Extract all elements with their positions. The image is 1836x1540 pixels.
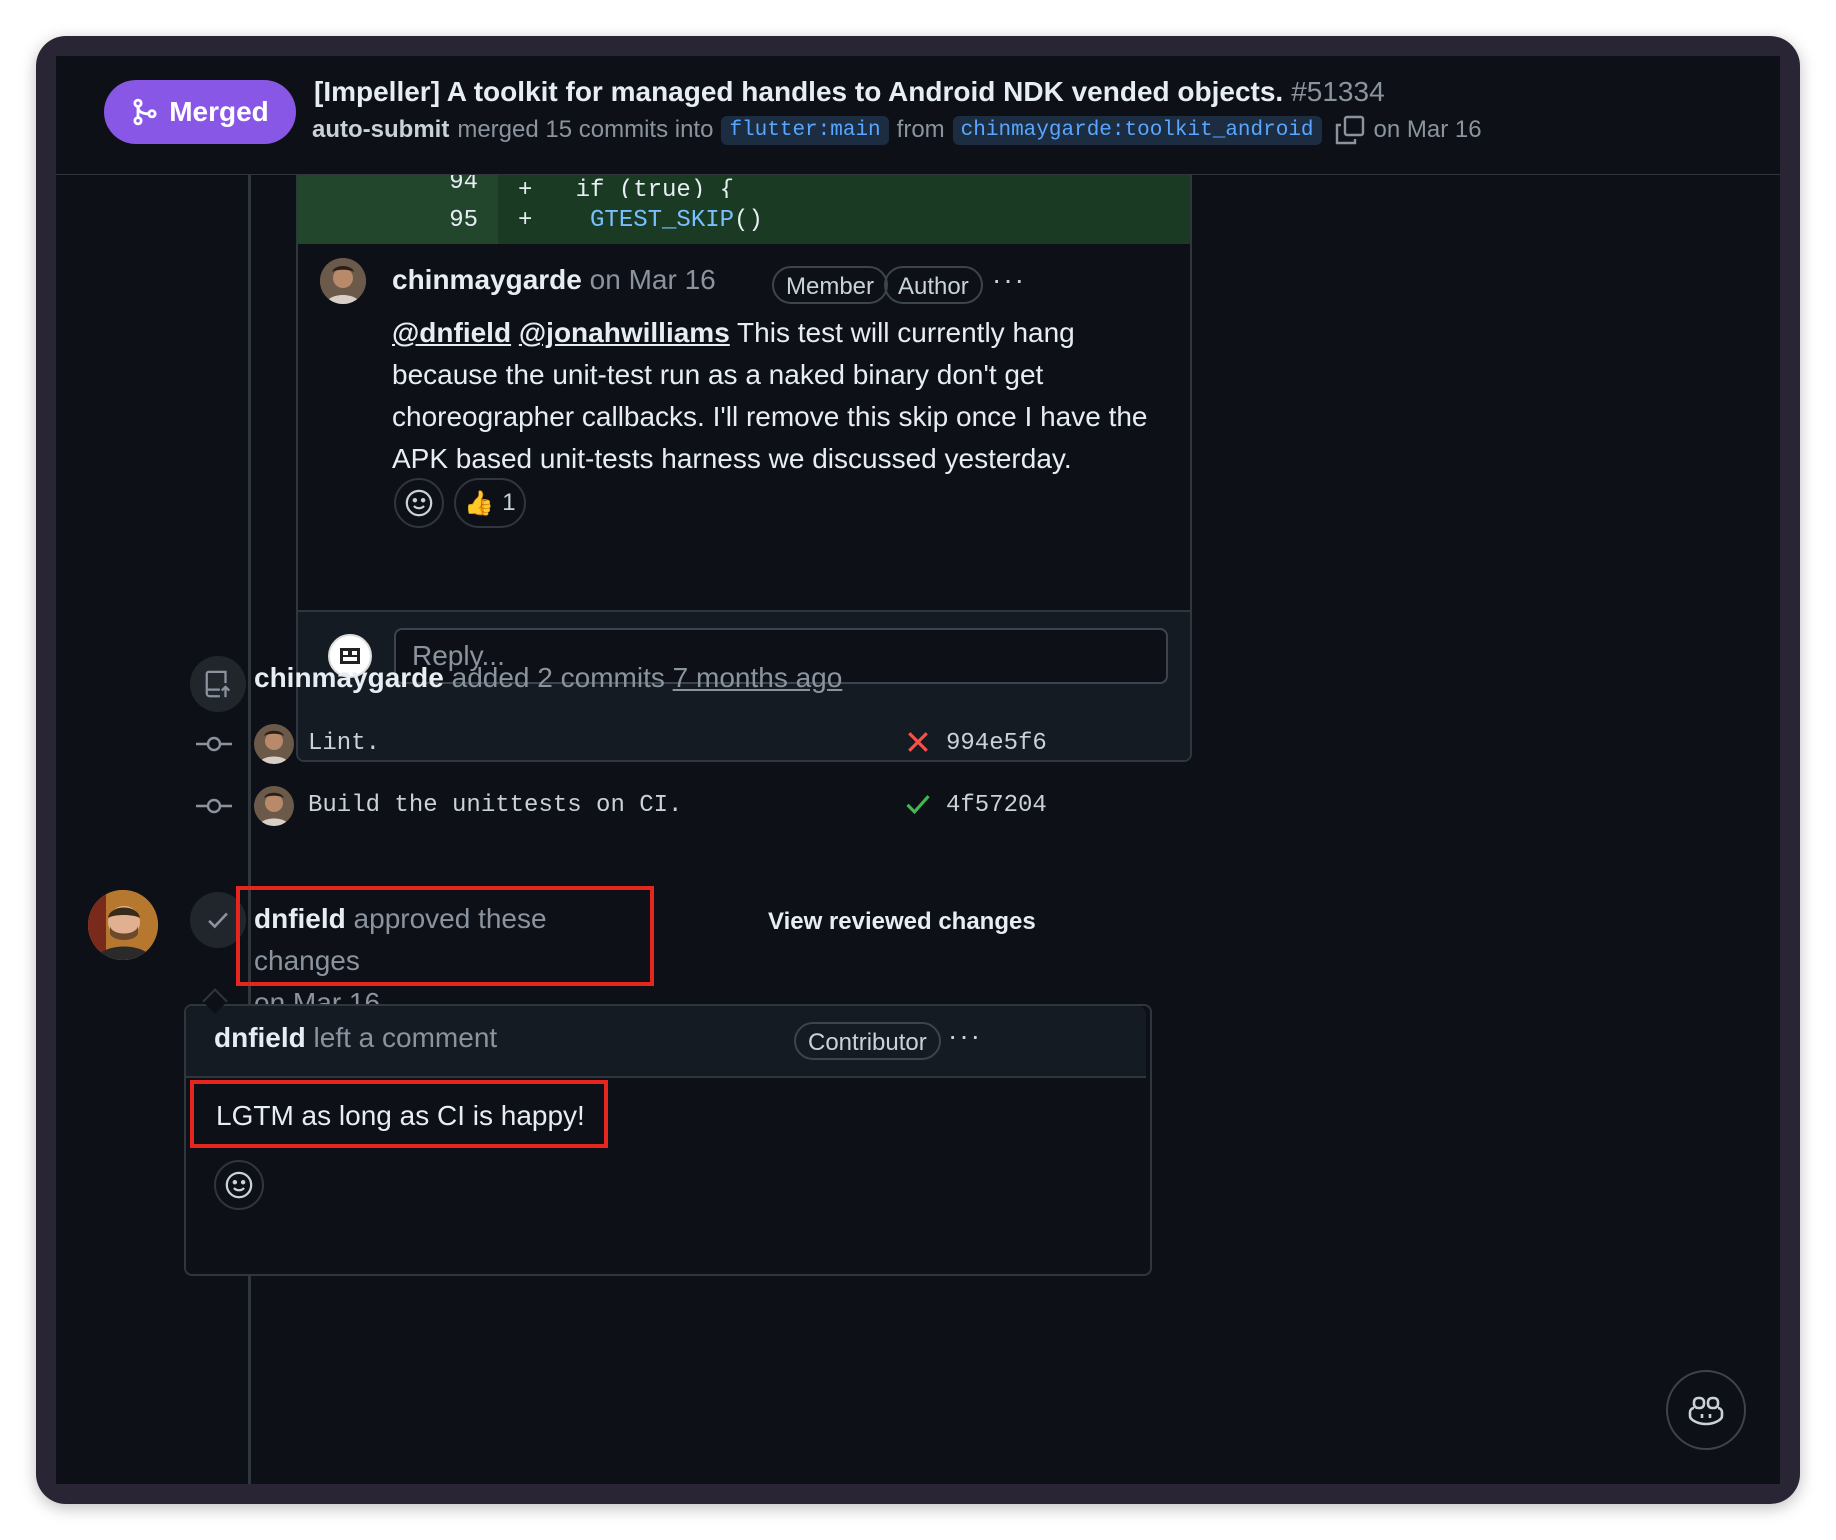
highlight-box <box>190 1080 608 1148</box>
commit-message[interactable]: Build the unittests on CI. <box>308 792 682 819</box>
review-comment-header: dnfield left a comment Contributor ··· <box>186 1006 1146 1078</box>
mention-jonahwilliams[interactable]: @jonahwilliams <box>519 317 730 348</box>
copilot-button[interactable] <box>1666 1370 1746 1450</box>
head-branch[interactable]: chinmaygarde:toolkit_android <box>952 115 1322 145</box>
merged-status-badge: Merged <box>104 80 296 144</box>
diff-line-number: 95 <box>298 198 498 244</box>
commit-sha[interactable]: 994e5f6 <box>946 730 1047 757</box>
git-commit-icon <box>196 736 232 752</box>
merged-label: Merged <box>169 96 269 127</box>
comment-body: @dnfield @jonahwilliams This test will c… <box>392 312 1172 480</box>
pr-header: Merged [Impeller] A toolkit for managed … <box>56 56 1780 175</box>
repo-push-icon <box>205 670 231 698</box>
add-reaction-button[interactable] <box>214 1160 264 1210</box>
pr-title: [Impeller] A toolkit for managed handles… <box>314 76 1385 108</box>
commits-event-action: added 2 commits <box>451 662 665 693</box>
smiley-icon <box>225 1171 253 1199</box>
add-reaction-button[interactable] <box>394 478 444 528</box>
thumbs-up-count: 1 <box>502 489 516 516</box>
merged-text: merged 15 commits into <box>457 116 714 143</box>
commit-push-event-icon <box>190 656 246 712</box>
commits-event-author[interactable]: chinmaygarde <box>254 662 444 693</box>
dnfield-avatar[interactable] <box>88 890 158 960</box>
copilot-icon <box>1688 1396 1724 1426</box>
merge-icon <box>133 98 157 126</box>
review-comment-menu-button[interactable]: ··· <box>948 1020 982 1052</box>
pr-number: #51334 <box>1291 76 1385 107</box>
diff-function: GTEST_SKIP <box>590 207 735 234</box>
highlight-box <box>236 886 654 986</box>
thumbs-up-reaction[interactable]: 👍 1 <box>454 478 526 528</box>
from-text: from <box>896 116 945 143</box>
commits-event-time[interactable]: 7 months ago <box>673 662 843 693</box>
x-failure-icon[interactable] <box>904 728 932 756</box>
merger-name[interactable]: auto-submit <box>312 116 449 144</box>
comment-author-name[interactable]: chinmaygarde <box>392 264 582 295</box>
comment-date[interactable]: on Mar 16 <box>590 264 716 295</box>
view-reviewed-changes-link[interactable]: View reviewed changes <box>768 908 1036 936</box>
comment-menu-button[interactable]: ··· <box>992 264 1026 296</box>
timeline-line <box>248 174 251 1484</box>
comment-header: chinmaygarde on Mar 16 <box>392 264 716 296</box>
merge-date: on Mar 16 <box>1373 116 1482 143</box>
commit-row: Build the unittests on CI. 4f57204 <box>196 784 1196 828</box>
commit-author-avatar[interactable] <box>254 786 294 826</box>
commit-row: Lint. 994e5f6 <box>196 722 1196 766</box>
smiley-icon <box>405 489 433 517</box>
review-comment-title: dnfield left a comment <box>214 1022 497 1054</box>
commit-author-avatar[interactable] <box>254 724 294 764</box>
author-badge: Author <box>884 266 983 304</box>
commit-sha[interactable]: 4f57204 <box>946 792 1047 819</box>
pr-title-text: [Impeller] A toolkit for managed handles… <box>314 76 1284 107</box>
contributor-badge: Contributor <box>794 1022 941 1060</box>
diff-line-code: + GTEST_SKIP() <box>518 198 763 244</box>
commit-message[interactable]: Lint. <box>308 730 380 757</box>
commits-event-text: chinmaygarde added 2 commits 7 months ag… <box>254 662 842 694</box>
pr-merge-info: auto-submit merged 15 commits into flutt… <box>312 114 1482 146</box>
thumbs-up-icon: 👍 <box>464 489 495 517</box>
mention-dnfield[interactable]: @dnfield <box>392 317 511 348</box>
base-branch[interactable]: flutter:main <box>721 115 889 145</box>
review-comment-author[interactable]: dnfield <box>214 1022 306 1053</box>
check-success-icon[interactable] <box>904 790 932 818</box>
review-comment-action: left a comment <box>313 1022 498 1053</box>
member-badge: Member <box>772 266 889 304</box>
diff-line-95: 95 + GTEST_SKIP() <box>298 198 1190 244</box>
pr-page: Merged [Impeller] A toolkit for managed … <box>56 56 1780 1484</box>
check-icon <box>208 912 228 929</box>
diff-parens: () <box>734 207 763 234</box>
git-commit-icon <box>196 798 232 814</box>
copy-icon[interactable] <box>1334 114 1366 146</box>
chinmaygarde-avatar[interactable] <box>320 258 366 304</box>
diff-sign: + <box>518 207 533 234</box>
